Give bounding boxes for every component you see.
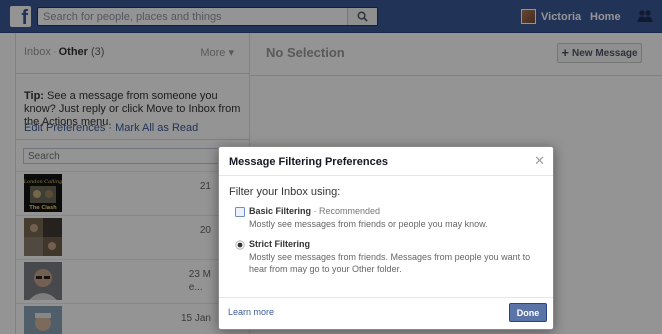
filter-prompt: Filter your Inbox using: <box>229 186 341 198</box>
option-title: Basic Filtering · Recommended <box>249 206 549 216</box>
option-title: Strict Filtering <box>249 239 549 249</box>
strict-filtering-radio[interactable] <box>235 240 245 250</box>
option-separator: · <box>311 206 320 216</box>
close-icon[interactable]: ✕ <box>534 153 545 169</box>
recommended-label: Recommended <box>319 206 381 216</box>
basic-filtering-text: Basic Filtering · Recommended Mostly see… <box>249 206 549 230</box>
done-button[interactable]: Done <box>509 303 547 322</box>
dialog-title: Message Filtering Preferences <box>229 156 388 168</box>
divider <box>219 297 553 298</box>
basic-filtering-label: Basic Filtering <box>249 206 312 216</box>
learn-more-link[interactable]: Learn more <box>228 307 274 317</box>
basic-filtering-description: Mostly see messages from friends or peop… <box>249 219 488 229</box>
message-filtering-dialog: Message Filtering Preferences ✕ Filter y… <box>218 146 554 330</box>
basic-filtering-radio[interactable] <box>235 207 245 217</box>
strict-filtering-text: Strict Filtering Mostly see messages fro… <box>249 239 549 275</box>
strict-filtering-description: Mostly see messages from friends. Messag… <box>249 252 531 274</box>
strict-filtering-label: Strict Filtering <box>249 239 311 249</box>
divider <box>219 175 553 176</box>
